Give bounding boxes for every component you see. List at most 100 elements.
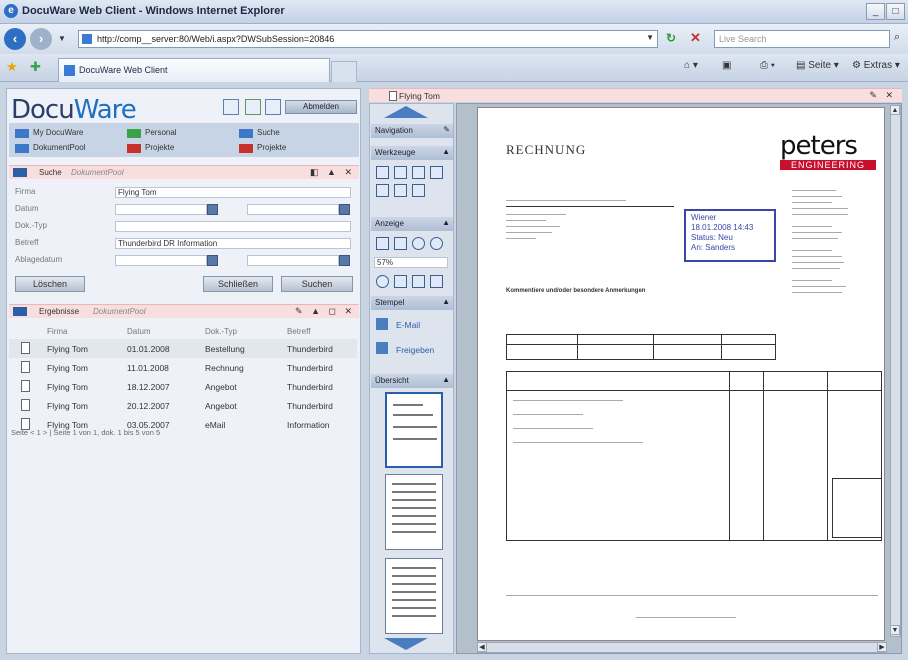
magnifier-icon[interactable] xyxy=(376,275,389,288)
section-stempel[interactable]: Stempel ▲ xyxy=(371,296,453,310)
nav-projekte-2[interactable]: Projekte xyxy=(239,143,286,153)
refresh-icon[interactable]: ↻ xyxy=(666,31,676,45)
results-pager[interactable]: Seite < 1 > | Seite 1 von 1, dok. 1 bis … xyxy=(11,428,160,437)
page-icon[interactable] xyxy=(412,166,425,179)
scroll-down-arrow[interactable]: ▼ xyxy=(890,625,900,635)
rotate-icon[interactable] xyxy=(412,275,425,288)
nav-suche[interactable]: Suche xyxy=(239,128,280,138)
url-field[interactable]: http://comp__server:80/Web/i.aspx?DWSubS… xyxy=(78,30,658,48)
nav-personal[interactable]: Personal xyxy=(127,128,177,138)
save-icon[interactable] xyxy=(376,166,389,179)
settings-icon[interactable] xyxy=(245,99,261,115)
section-uebersicht[interactable]: Übersicht ▲ xyxy=(371,374,453,388)
section-anzeige[interactable]: Anzeige ▲ xyxy=(371,217,453,231)
section-navigation[interactable]: Navigation ✎ xyxy=(371,124,453,138)
zoom-out-icon[interactable] xyxy=(430,237,443,250)
doktyp-input[interactable] xyxy=(115,221,351,232)
annotate-icon[interactable] xyxy=(394,184,407,197)
url-dropdown-icon[interactable]: ▼ xyxy=(646,33,654,42)
calendar-icon[interactable] xyxy=(207,204,218,215)
stamp-tool-icon[interactable] xyxy=(412,184,425,197)
nav-projekte-1[interactable]: Projekte xyxy=(127,143,174,153)
document-viewer[interactable]: RECHNUNG peters ENGINEERING Wiener 18.01… xyxy=(456,103,902,654)
search-input[interactable]: Live Search xyxy=(714,30,890,48)
ie-icon: e xyxy=(4,4,18,18)
datum-to-input[interactable] xyxy=(247,204,339,215)
annotate-icon[interactable] xyxy=(376,184,389,197)
calendar-icon[interactable] xyxy=(339,204,350,215)
table-row[interactable]: Flying Tom 11.01.2008 Rechnung Thunderbi… xyxy=(9,358,357,377)
back-button[interactable]: ‹ xyxy=(4,28,26,50)
fit-width-icon[interactable] xyxy=(394,237,407,250)
nav-my-docuware[interactable]: My DocuWare xyxy=(15,128,83,138)
panel-controls[interactable]: ◧ ▲ ✕ xyxy=(310,167,355,178)
column-header-betreff[interactable]: Betreff xyxy=(287,327,310,336)
search-button[interactable]: Suchen xyxy=(281,276,353,292)
tab-docuware[interactable]: DocuWare Web Client xyxy=(58,58,330,82)
logout-button[interactable]: Abmelden xyxy=(285,100,357,114)
section-werkzeuge[interactable]: Werkzeuge ▲ xyxy=(371,146,453,160)
vertical-scrollbar[interactable] xyxy=(890,105,901,637)
table-row[interactable]: Flying Tom 20.12.2007 Angebot Thunderbir… xyxy=(9,396,357,415)
home-icon[interactable]: ⌂ ▾ xyxy=(684,60,698,71)
zoom-select[interactable]: 57% xyxy=(374,257,448,268)
scroll-down-icon[interactable] xyxy=(384,638,428,650)
scroll-up-arrow[interactable]: ▲ xyxy=(890,105,900,115)
document-page: RECHNUNG peters ENGINEERING Wiener 18.01… xyxy=(477,107,885,641)
tools-menu[interactable]: ⚙ Extras ▾ xyxy=(852,60,900,71)
horizontal-scrollbar[interactable] xyxy=(477,642,887,653)
page-menu[interactable]: ▤ Seite ▾ xyxy=(796,60,839,71)
new-tab-button[interactable] xyxy=(331,61,357,82)
history-dropdown-icon[interactable]: ▼ xyxy=(58,34,66,43)
stamp-release[interactable]: Freigeben xyxy=(396,345,434,355)
betreff-input[interactable]: Thunderbird DR Information xyxy=(115,238,351,249)
help-icon[interactable] xyxy=(265,99,281,115)
select-icon[interactable] xyxy=(394,275,407,288)
viewer-controls[interactable]: ✎ ✕ xyxy=(869,90,896,101)
calendar-icon[interactable] xyxy=(339,255,350,266)
page-thumbnail-3[interactable] xyxy=(385,558,443,634)
fit-page-icon[interactable] xyxy=(376,237,389,250)
cell: Flying Tom xyxy=(47,344,88,354)
ablagedatum-to-input[interactable] xyxy=(247,255,339,266)
clear-button[interactable]: Löschen xyxy=(15,276,85,292)
print-icon[interactable]: ⎙ ▾ xyxy=(760,60,775,71)
column-header-datum[interactable]: Datum xyxy=(127,327,151,336)
add-favorite-icon[interactable]: ✚ xyxy=(30,59,41,75)
grid-icon[interactable] xyxy=(430,166,443,179)
print-icon[interactable] xyxy=(394,166,407,179)
minimize-button[interactable]: _ xyxy=(866,3,885,20)
page-thumbnail-2[interactable] xyxy=(385,474,443,550)
favorites-star-icon[interactable]: ★ xyxy=(6,59,18,75)
stamp-email[interactable]: E-Mail xyxy=(396,320,420,330)
table-row[interactable]: Flying Tom 01.01.2008 Bestellung Thunder… xyxy=(9,339,357,358)
forward-button[interactable]: › xyxy=(30,28,52,50)
undo-icon[interactable] xyxy=(430,275,443,288)
panel-controls[interactable]: ✎ ▲ ◻ ✕ xyxy=(295,306,355,317)
ablagedatum-from-input[interactable] xyxy=(115,255,207,266)
feeds-icon[interactable]: ▣ xyxy=(722,60,731,71)
cell: Thunderbird xyxy=(287,401,333,411)
scroll-up-icon[interactable] xyxy=(384,106,428,118)
scroll-left-arrow[interactable]: ◀ xyxy=(477,642,487,652)
close-button[interactable]: Schließen xyxy=(203,276,273,292)
column-header-doktyp[interactable]: Dok.-Typ xyxy=(205,327,237,336)
datum-from-input[interactable] xyxy=(115,204,207,215)
field-label-datum: Datum xyxy=(15,204,39,213)
cell: Thunderbird xyxy=(287,363,333,373)
stop-icon[interactable]: ✕ xyxy=(690,30,701,46)
page-thumbnail-1[interactable] xyxy=(385,392,443,468)
table-row[interactable]: Flying Tom 18.12.2007 Angebot Thunderbir… xyxy=(9,377,357,396)
search-panel-icon xyxy=(13,168,27,177)
zoom-in-icon[interactable] xyxy=(412,237,425,250)
scroll-right-arrow[interactable]: ▶ xyxy=(877,642,887,652)
window-icon[interactable] xyxy=(223,99,239,115)
navigation-grid: My DocuWare Personal Suche DokumentPool … xyxy=(9,123,359,157)
maximize-button[interactable]: □ xyxy=(886,3,905,20)
column-header-firma[interactable]: Firma xyxy=(47,327,67,336)
nav-dokumentpool[interactable]: DokumentPool xyxy=(15,143,85,153)
search-icon[interactable]: ⌕ xyxy=(894,31,900,44)
firma-input[interactable]: Flying Tom xyxy=(115,187,351,198)
received-stamp: Wiener 18.01.2008 14:43 Status: Neu An: … xyxy=(684,209,776,262)
calendar-icon[interactable] xyxy=(207,255,218,266)
